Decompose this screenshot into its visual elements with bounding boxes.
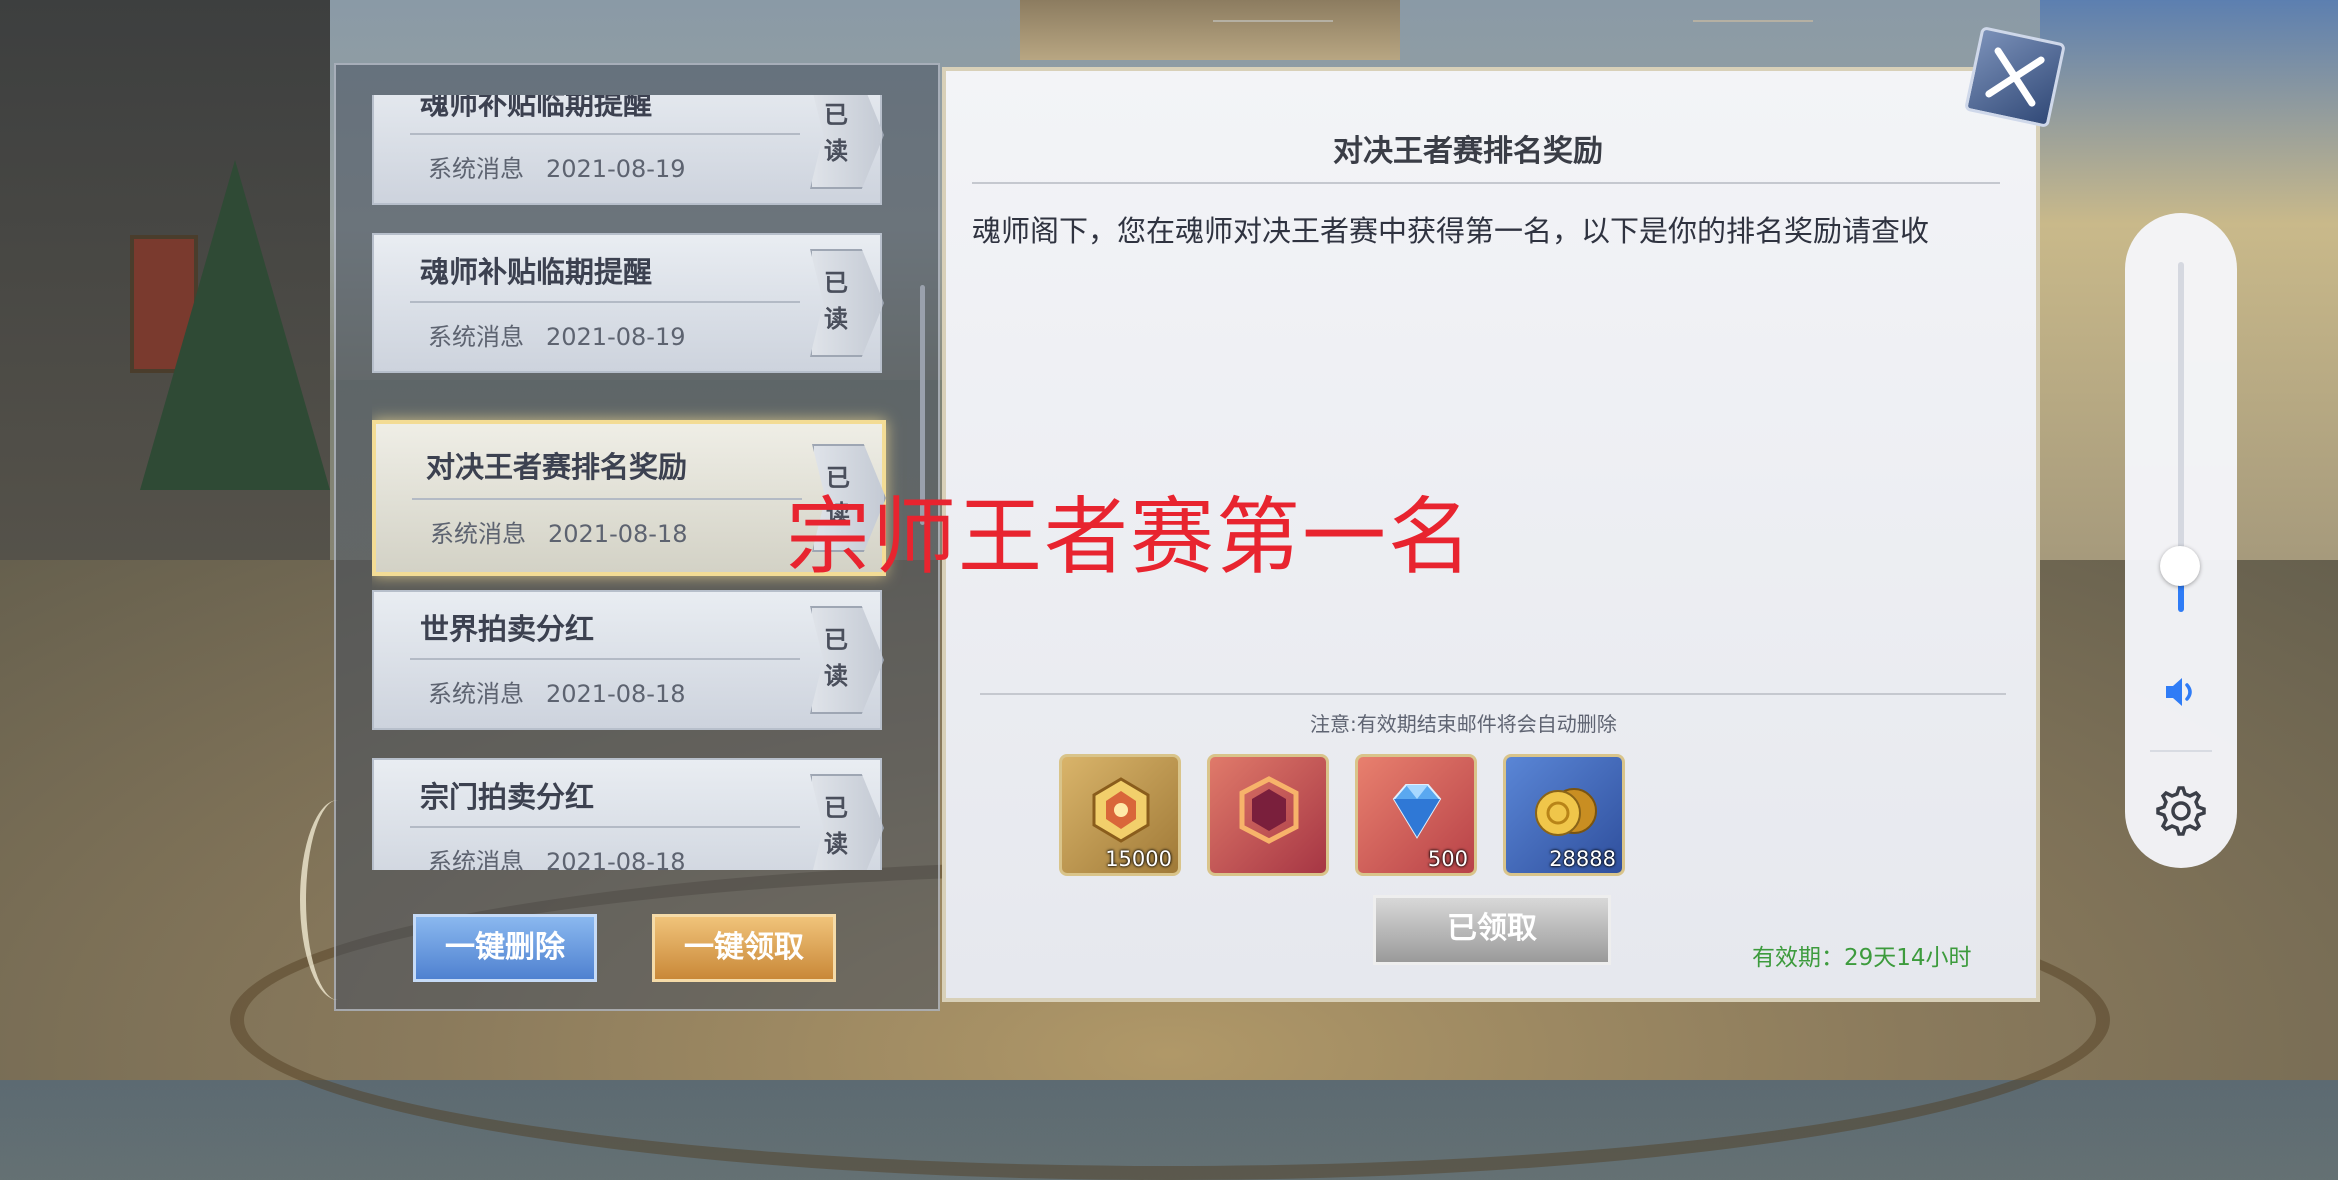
mail-item-meta: 系统消息 2021-08-19 (428, 317, 685, 352)
validity-text: 有效期：29天14小时 (1752, 945, 1972, 971)
reward-item[interactable]: 28888 (1503, 754, 1625, 876)
delete-all-button[interactable]: 一键删除 (413, 914, 597, 982)
close-icon (1985, 47, 2045, 107)
mail-item[interactable]: 宗门拍卖分红 系统消息 2021-08-18 已读 (372, 758, 884, 870)
mail-item-category: 系统消息 (428, 848, 524, 870)
soul-core-icon (1092, 777, 1150, 843)
background-tree (140, 160, 330, 490)
mail-item-date: 2021-08-19 (546, 323, 686, 351)
reward-quantity: 15000 (1105, 847, 1172, 871)
mail-item-title: 魂师补贴临期提醒 (420, 255, 653, 289)
mail-item-divider (412, 498, 802, 500)
mail-item-date: 2021-08-18 (548, 520, 688, 548)
title-ornament-left (1213, 20, 1333, 22)
read-status-tag: 已读 (810, 774, 884, 870)
reward-item[interactable]: 15000 (1059, 754, 1181, 876)
mail-item[interactable]: 世界拍卖分红 系统消息 2021-08-18 已读 (372, 590, 884, 730)
read-status-label: 已读 (824, 793, 848, 858)
mail-item-category: 系统消息 (428, 323, 524, 351)
mail-item-meta: 系统消息 2021-08-19 (428, 149, 685, 184)
mail-item-category: 系统消息 (428, 155, 524, 183)
claim-all-button[interactable]: 一键领取 (652, 914, 836, 982)
gear-icon[interactable] (2154, 784, 2208, 838)
mail-item-category: 系统消息 (430, 520, 526, 548)
close-button[interactable] (1963, 25, 2067, 129)
mail-item-meta: 系统消息 2021-08-18 (428, 842, 685, 870)
title-ornament-right (1693, 20, 1813, 22)
mail-item[interactable]: 魂师补贴临期提醒 系统消息 2021-08-19 已读 (372, 95, 884, 205)
blue-diamond-icon (1392, 784, 1442, 839)
detail-divider-top (972, 182, 2000, 184)
overlay-caption: 宗师王者赛第一名 (786, 488, 1475, 586)
read-status-tag: 已读 (810, 606, 884, 714)
read-status-label: 已读 (824, 625, 848, 690)
speaker-icon[interactable] (2160, 672, 2200, 712)
mail-item-divider (410, 301, 800, 303)
mail-item-title: 世界拍卖分红 (420, 612, 595, 646)
mail-item-divider (410, 133, 800, 135)
mail-item-title: 对决王者赛排名奖励 (426, 450, 688, 484)
read-status-tag: 已读 (810, 95, 884, 189)
red-crystal-frame-icon (1239, 776, 1299, 844)
mail-detail-body: 魂师阁下，您在魂师对决王者赛中获得第一名，以下是你的排名奖励请查收 (972, 214, 1930, 248)
mail-item-date: 2021-08-19 (546, 155, 686, 183)
mail-item-date: 2021-08-18 (546, 848, 686, 870)
mail-item-date: 2021-08-18 (546, 680, 686, 708)
gold-coins-icon (1535, 788, 1597, 836)
background-spire (1020, 0, 1400, 60)
reward-item[interactable] (1207, 754, 1329, 876)
read-status-label: 已读 (824, 268, 848, 333)
mail-item-title: 魂师补贴临期提醒 (420, 95, 653, 121)
mail-item-meta: 系统消息 2021-08-18 (428, 674, 685, 709)
reward-quantity: 28888 (1549, 847, 1616, 871)
volume-panel-divider (2150, 750, 2212, 752)
flower-decoration (300, 800, 376, 1000)
expiry-notice: 注意:有效期结束邮件将会自动删除 (1310, 712, 1617, 736)
mail-detail-title: 对决王者赛排名奖励 (1333, 134, 1603, 169)
claimed-button[interactable]: 已领取 (1373, 895, 1611, 965)
mail-item-title: 宗门拍卖分红 (420, 780, 595, 814)
volume-slider-knob[interactable] (2160, 546, 2200, 586)
mail-item-meta: 系统消息 2021-08-18 (430, 514, 687, 549)
detail-divider-bottom (980, 693, 2006, 695)
reward-item[interactable]: 500 (1355, 754, 1477, 876)
read-status-tag: 已读 (810, 249, 884, 357)
mail-item-divider (410, 826, 800, 828)
reward-quantity: 500 (1427, 847, 1468, 871)
mail-item[interactable]: 魂师补贴临期提醒 系统消息 2021-08-19 已读 (372, 233, 884, 373)
read-status-label: 已读 (824, 100, 848, 165)
mail-item-divider (410, 658, 800, 660)
mail-item-category: 系统消息 (428, 680, 524, 708)
